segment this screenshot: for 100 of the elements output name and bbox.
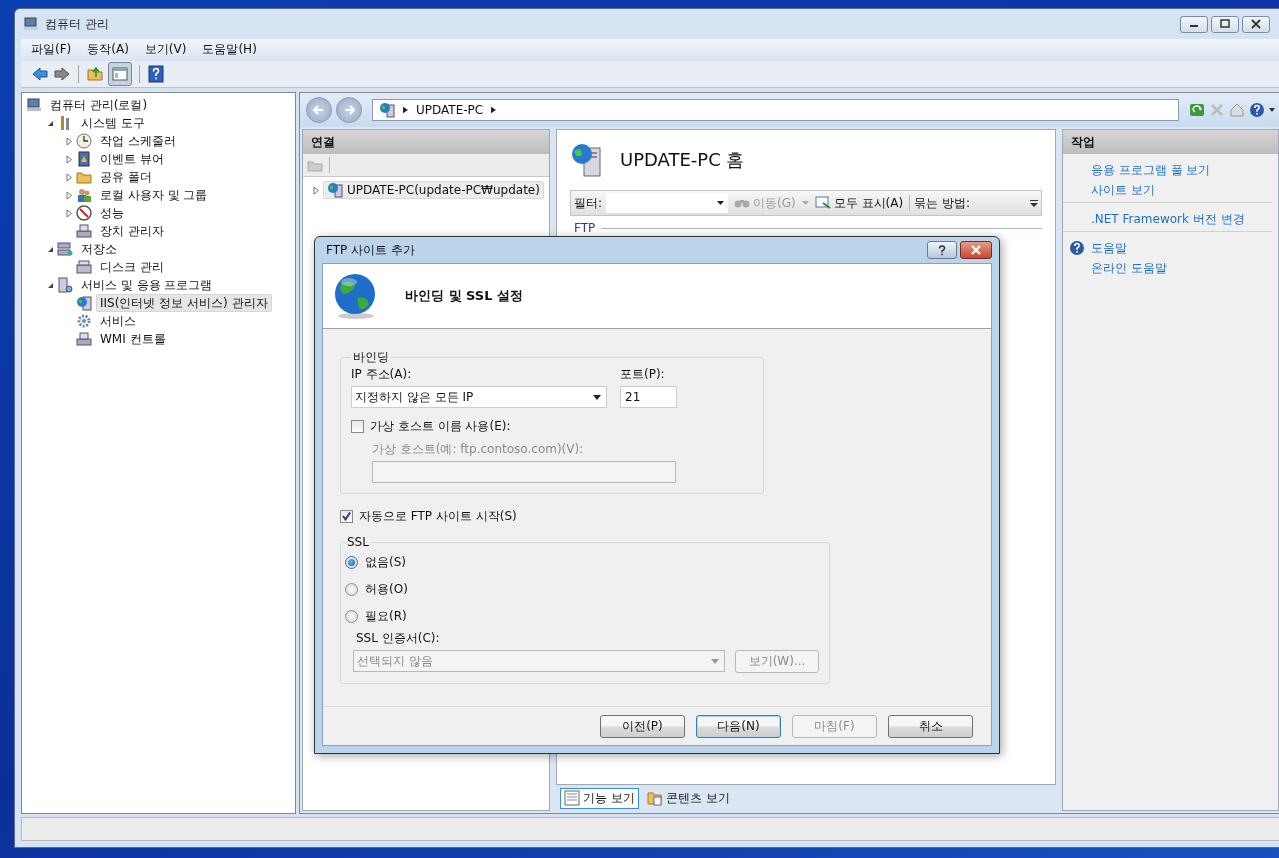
field-label: IP 주소(A): (351, 366, 413, 383)
action-link[interactable]: 응용 프로그램 풀 보기 (1091, 161, 1211, 179)
breadcrumb-arrow-icon (491, 106, 497, 114)
expand-toggle[interactable] (64, 190, 74, 200)
expand-toggle[interactable] (64, 208, 74, 218)
page-heading: 바인딩 및 SSL 설정 (405, 287, 523, 305)
close-icon (1251, 19, 1261, 29)
group-header: FTP (574, 221, 596, 235)
view-tab[interactable]: 콘텐츠 보기 (642, 787, 734, 809)
minimize-button[interactable] (1180, 15, 1208, 33)
tree-item[interactable]: 로컬 사용자 및 그룹 (96, 186, 212, 204)
dialog-button[interactable]: 취소 (888, 714, 973, 738)
radio-button[interactable] (345, 583, 358, 596)
tree-item[interactable]: 서비스 및 응용 프로그램 (77, 276, 217, 294)
binoculars-icon (734, 197, 751, 209)
help-button[interactable] (927, 241, 957, 259)
radio-label: 필요(R) (365, 608, 407, 625)
server-icon (57, 277, 73, 293)
expand-toggle[interactable] (311, 185, 321, 195)
view-tab[interactable]: 기능 보기 (560, 787, 639, 809)
expand-toggle[interactable] (64, 172, 74, 182)
checkbox[interactable] (340, 510, 353, 523)
menu-item[interactable]: 도움말(H) (202, 40, 257, 58)
gear-icon (76, 313, 92, 329)
caret-icon (717, 201, 725, 205)
filter-label: 필터: (574, 194, 603, 212)
menu-item[interactable]: 보기(V) (144, 40, 187, 58)
console-tree-toggle-button[interactable] (108, 62, 132, 86)
server-globe-icon (327, 182, 343, 198)
tree-item[interactable]: WMI 컨트롤 (96, 330, 170, 348)
menu-item[interactable]: 파일(F) (31, 40, 72, 58)
filter-field[interactable] (606, 193, 729, 213)
help-icon[interactable] (147, 65, 165, 83)
folder-icon (76, 169, 92, 185)
server-globe-icon (379, 102, 395, 118)
tree-item[interactable]: 공유 폴더 (96, 168, 156, 186)
disk-icon (76, 259, 92, 275)
globe-icon (76, 295, 92, 311)
close-button[interactable] (1242, 15, 1270, 33)
tree-item[interactable]: 장치 관리자 (96, 222, 168, 240)
field-label: SSL 인증서(C): (356, 630, 441, 647)
pane-header: 작업 (1063, 130, 1278, 154)
field-label: 포트(P): (620, 366, 666, 383)
breadcrumb-arrow-icon (403, 106, 408, 114)
back-button[interactable] (306, 97, 332, 123)
group-label: SSL (346, 535, 370, 549)
action-link[interactable]: 온라인 도움말 (1091, 259, 1167, 277)
checkbox[interactable] (351, 420, 364, 433)
expand-toggle[interactable] (64, 154, 74, 164)
group-by-label: 묶는 방법: (914, 194, 970, 212)
dialog-button[interactable]: 이전(P) (600, 714, 685, 738)
page-title: UPDATE-PC 홈 (620, 148, 745, 172)
group-label: 바인딩 (352, 349, 390, 366)
forward-button[interactable] (336, 97, 362, 123)
radio-label: 허용(O) (365, 581, 408, 598)
refresh-icon[interactable] (1189, 102, 1205, 118)
forward-arrow-icon[interactable] (53, 65, 71, 83)
checkbox-label: 가상 호스트 이름 사용(E): (370, 418, 511, 435)
tree-item[interactable]: 작업 스케줄러 (96, 132, 180, 150)
maximize-button[interactable] (1211, 15, 1239, 33)
close-icon (970, 245, 982, 255)
radio-button[interactable] (345, 610, 358, 623)
menu-item[interactable]: 동작(A) (87, 40, 129, 58)
show-all-button[interactable]: 모두 표시(A) (812, 194, 906, 212)
tree-item[interactable]: IIS(인터넷 정보 서비스) 관리자 (96, 294, 272, 312)
radio-button[interactable] (345, 556, 358, 569)
close-button[interactable] (960, 241, 992, 259)
connection-item[interactable]: UPDATE-PC(update-PC₩update) (323, 181, 544, 199)
book-icon (76, 151, 92, 167)
maximize-icon (1220, 19, 1230, 29)
forward-arrow-icon (342, 103, 356, 117)
address-bar[interactable]: UPDATE-PC (372, 99, 1179, 121)
help-icon (1069, 240, 1085, 256)
dialog-button[interactable]: 다음(N) (696, 714, 781, 738)
back-arrow-icon (312, 103, 326, 117)
tree-item[interactable]: 서비스 (96, 312, 140, 330)
action-link[interactable]: 사이트 보기 (1091, 181, 1155, 199)
clock-icon (76, 133, 92, 149)
tree-item[interactable]: 이벤트 뷰어 (96, 150, 168, 168)
folder-up-icon[interactable] (86, 65, 104, 83)
computer-icon (23, 16, 39, 32)
users-icon (76, 187, 92, 203)
expand-toggle[interactable] (64, 136, 74, 146)
tree-item[interactable]: 디스크 관리 (96, 258, 168, 276)
port-field[interactable]: 21 (620, 386, 677, 408)
checkbox-label: 자동으로 FTP 사이트 시작(S) (359, 508, 517, 525)
tree-item[interactable]: 저장소 (77, 240, 121, 258)
back-arrow-icon[interactable] (31, 65, 49, 83)
action-link[interactable]: 도움말 (1091, 239, 1127, 257)
tree-item[interactable]: 컴퓨터 관리(로컬) (46, 96, 152, 114)
tree-item[interactable]: 성능 (96, 204, 128, 222)
radio-label: 없음(S) (365, 554, 406, 571)
action-link[interactable]: .NET Framework 버전 변경 (1091, 210, 1245, 228)
device-icon (76, 223, 92, 239)
ip-address-dropdown[interactable]: 지정하지 않은 모든 IP (351, 386, 607, 408)
more-caret-icon[interactable] (1030, 198, 1038, 208)
tree-item[interactable]: 시스템 도구 (77, 114, 149, 132)
window-title: 컴퓨터 관리 (45, 15, 109, 33)
help-icon[interactable] (1249, 102, 1265, 118)
caret-icon[interactable] (1269, 108, 1275, 112)
